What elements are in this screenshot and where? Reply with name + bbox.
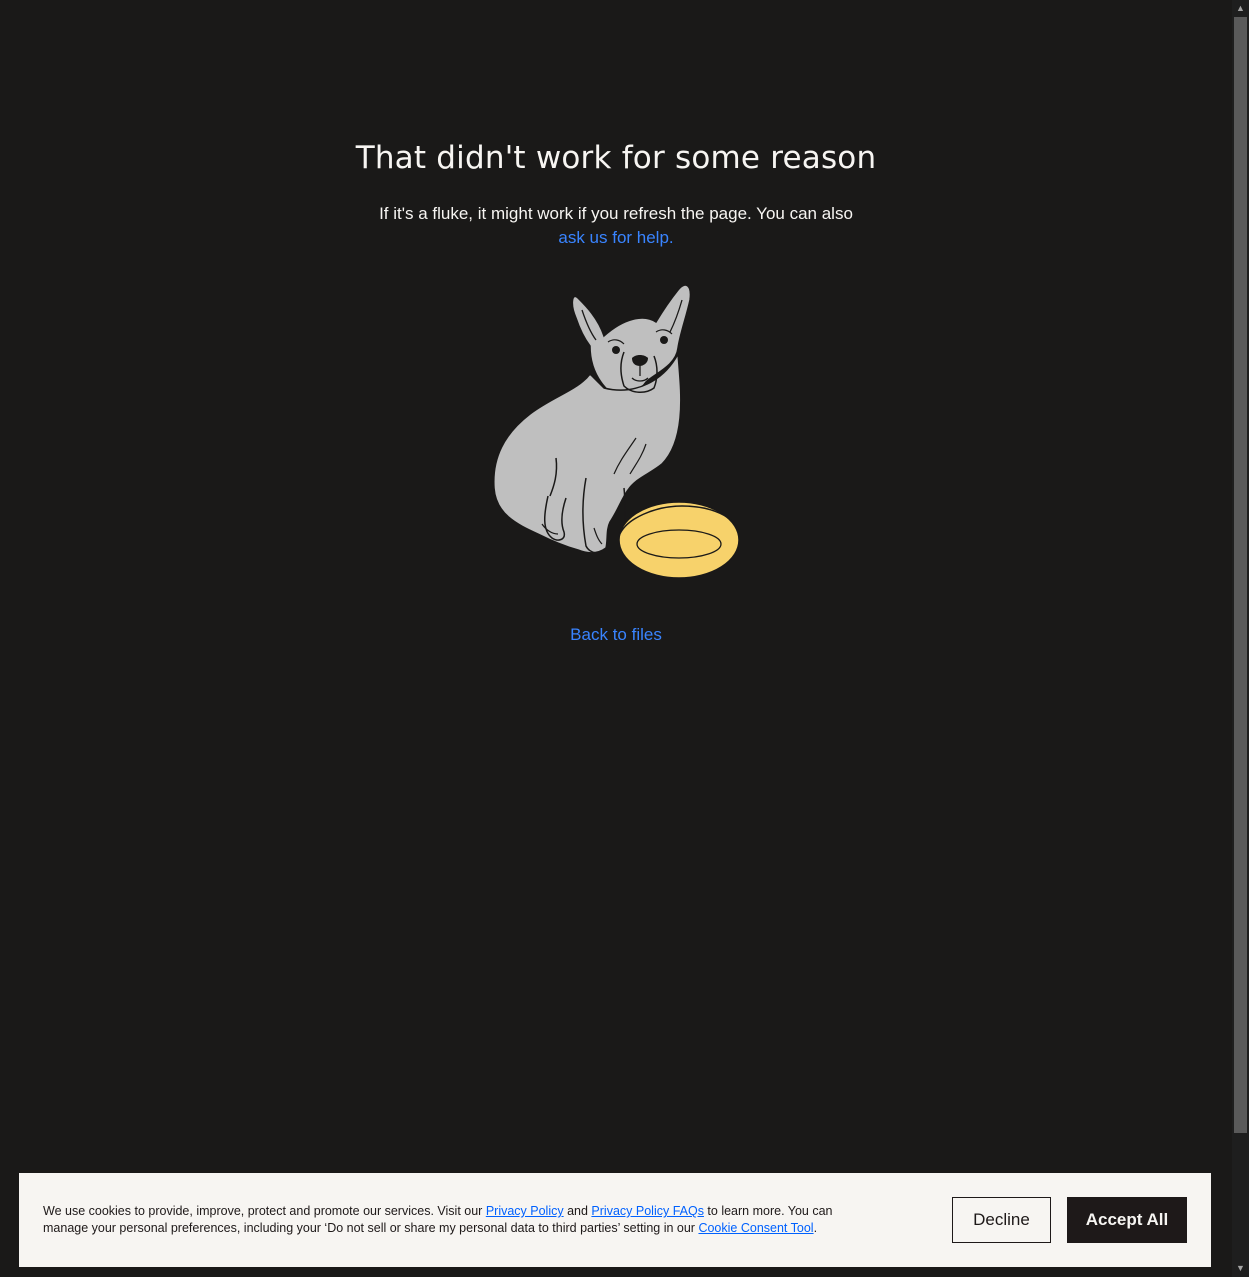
cookie-text-part: We use cookies to provide, improve, prot… — [43, 1204, 486, 1218]
error-message: If it's a fluke, it might work if you re… — [366, 202, 866, 250]
sad-dog-empty-bowl-icon — [493, 284, 740, 579]
cookie-text-part: and — [563, 1204, 592, 1218]
scrollbar-thumb[interactable] — [1234, 17, 1247, 1133]
help-link[interactable]: ask us for help. — [558, 228, 673, 247]
scroll-up-arrow-icon[interactable]: ▲ — [1232, 0, 1249, 17]
decline-button[interactable]: Decline — [952, 1197, 1051, 1243]
privacy-policy-faqs-link[interactable]: Privacy Policy FAQs — [591, 1204, 704, 1218]
cookie-banner: We use cookies to provide, improve, prot… — [19, 1173, 1211, 1267]
error-page: That didn't work for some reason If it's… — [0, 0, 1249, 1277]
cookie-banner-text: We use cookies to provide, improve, prot… — [43, 1203, 873, 1237]
cookie-consent-tool-link[interactable]: Cookie Consent Tool — [698, 1221, 813, 1235]
back-to-files-link[interactable]: Back to files — [0, 625, 1232, 645]
accept-all-button[interactable]: Accept All — [1067, 1197, 1187, 1243]
vertical-scrollbar[interactable]: ▲ ▼ — [1232, 0, 1249, 1277]
scroll-down-arrow-icon[interactable]: ▼ — [1232, 1260, 1249, 1277]
cookie-text-part: . — [813, 1221, 818, 1235]
error-message-text: If it's a fluke, it might work if you re… — [379, 204, 853, 223]
page-title: That didn't work for some reason — [355, 140, 877, 176]
privacy-policy-link[interactable]: Privacy Policy — [486, 1204, 564, 1218]
